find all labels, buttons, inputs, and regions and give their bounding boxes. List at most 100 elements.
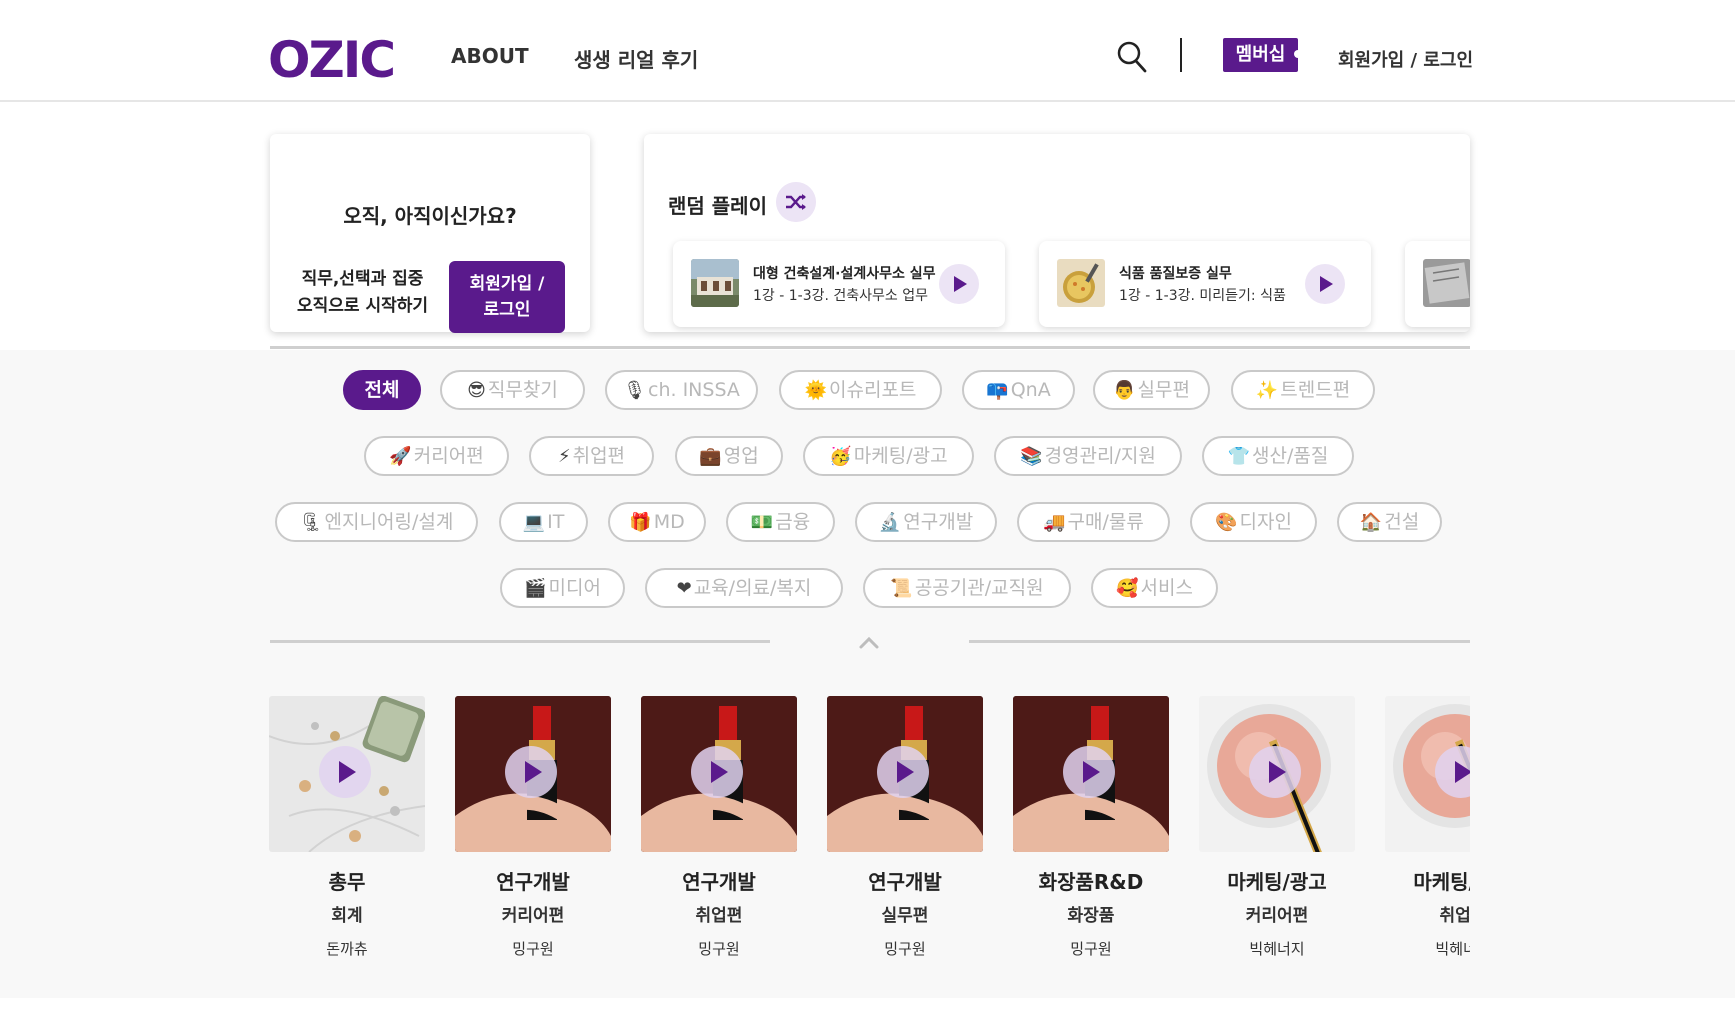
random-item[interactable]: [1405, 241, 1470, 327]
briefcase-icon: 💼: [699, 446, 722, 467]
random-item-thumbnail: [691, 259, 739, 307]
shirt-icon: 👕: [1227, 446, 1251, 467]
play-icon[interactable]: [505, 746, 557, 798]
chip-career[interactable]: 🚀 커리어편: [364, 436, 509, 476]
person-icon: 👨: [1113, 380, 1136, 401]
chip-construction[interactable]: 🏠 건설: [1337, 502, 1442, 542]
sparkles-icon: ✨: [1255, 380, 1279, 401]
lightning-icon: ⚡: [557, 446, 571, 467]
header-divider: [1180, 38, 1182, 72]
video-card[interactable]: 화장품R&D 화장품 밍구원: [1013, 696, 1169, 959]
clapperboard-icon: 🎬: [524, 578, 547, 599]
logo[interactable]: OZIC: [268, 30, 396, 90]
signup-desc-line1: 직무,선택과 집중: [301, 269, 424, 289]
video-thumbnail[interactable]: [1013, 696, 1169, 852]
video-thumbnail[interactable]: [1385, 696, 1470, 852]
random-item-thumbnail: [1057, 259, 1105, 307]
video-card[interactable]: 총무 회계 돈까츄: [269, 696, 425, 959]
video-job: 마케팅/광고: [1227, 870, 1327, 894]
video-category: 커리어편: [1245, 906, 1309, 926]
chip-finance[interactable]: 💵 금융: [726, 502, 835, 542]
play-icon[interactable]: [319, 746, 371, 798]
truck-icon: 🚚: [1043, 512, 1066, 533]
random-item-title: 식품 품질보증 실무: [1119, 266, 1232, 282]
chip-job-finder[interactable]: 😎 직무찾기: [440, 370, 585, 410]
video-category: 화장품: [1067, 906, 1115, 926]
play-icon[interactable]: [691, 746, 743, 798]
chevron-up-icon[interactable]: [858, 632, 880, 652]
chip-rnd[interactable]: 🔬 연구개발: [855, 502, 997, 542]
chip-purchasing[interactable]: 🚚 구매/물류: [1017, 502, 1170, 542]
chip-issue-report[interactable]: 🌞 이슈리포트: [779, 370, 942, 410]
smiling-hearts-icon: 🥰: [1116, 578, 1139, 599]
video-card[interactable]: 연구개발 취업편 밍구원: [641, 696, 797, 959]
nav-about[interactable]: ABOUT: [451, 44, 529, 68]
chip-marketing[interactable]: 🥳 마케팅/광고: [803, 436, 974, 476]
nav-reviews[interactable]: 생생 리얼 후기: [574, 44, 698, 73]
chip-all[interactable]: 전체: [343, 370, 421, 410]
video-category: 커리어편: [501, 906, 565, 926]
chip-production[interactable]: 👕 생산/품질: [1202, 436, 1354, 476]
random-item[interactable]: 식품 품질보증 실무 1강 - 1-3강. 미리듣기: 식품: [1039, 241, 1371, 327]
video-job: 연구개발: [868, 870, 942, 894]
video-card[interactable]: 연구개발 실무편 밍구원: [827, 696, 983, 959]
microscope-icon: 🔬: [878, 512, 902, 533]
video-author: 돈까츄: [326, 940, 368, 958]
chip-trend[interactable]: ✨ 트렌드편: [1231, 370, 1375, 410]
signup-button-line1: 회원가입 /: [469, 274, 545, 294]
shuffle-icon[interactable]: [776, 182, 816, 222]
chip-qna[interactable]: 📪 QnA: [962, 370, 1075, 410]
search-icon[interactable]: [1116, 40, 1148, 74]
video-thumbnail[interactable]: [641, 696, 797, 852]
random-item-thumbnail: [1423, 259, 1470, 307]
membership-button[interactable]: 멤버십: [1223, 38, 1302, 72]
play-icon[interactable]: [939, 264, 979, 304]
video-thumbnail[interactable]: [827, 696, 983, 852]
signup-card: 오직, 아직이신가요? 직무,선택과 집중 오직으로 시작하기 회원가입 / 로…: [270, 134, 590, 333]
video-card[interactable]: 연구개발 커리어편 밍구원: [455, 696, 611, 959]
random-play-title: 랜덤 플레이: [668, 194, 767, 218]
random-item-subtitle: 1강 - 1-3강. 미리듣기: 식품: [1119, 288, 1286, 304]
video-job: 총무: [328, 870, 366, 894]
palette-icon: 🎨: [1215, 512, 1238, 533]
signup-login-link[interactable]: 회원가입 / 로그인: [1338, 46, 1473, 72]
top-section: 오직, 아직이신가요? 직무,선택과 집중 오직으로 시작하기 회원가입 / 로…: [0, 104, 1735, 350]
video-thumbnail[interactable]: [1199, 696, 1355, 852]
video-thumbnail[interactable]: [269, 696, 425, 852]
sun-icon: 🌞: [804, 380, 827, 401]
party-face-icon: 🥳: [829, 446, 852, 467]
play-icon[interactable]: [877, 746, 929, 798]
collapse-divider-left: [270, 640, 770, 643]
chip-media[interactable]: 🎬 미디어: [500, 568, 625, 608]
video-thumbnail[interactable]: [455, 696, 611, 852]
chip-sales[interactable]: 💼 영업: [675, 436, 783, 476]
chip-design[interactable]: 🎨 디자인: [1190, 502, 1317, 542]
video-job: 연구개발: [682, 870, 756, 894]
scroll-icon: 📜: [890, 578, 913, 599]
signup-description: 직무,선택과 집중 오직으로 시작하기: [290, 266, 435, 320]
chip-employment[interactable]: ⚡ 취업편: [529, 436, 654, 476]
video-card[interactable]: 마케팅/광고 커리어편 빅헤너지: [1199, 696, 1355, 959]
chip-practice[interactable]: 👨 실무편: [1093, 370, 1210, 410]
video-card[interactable]: 마케팅/광고 취업편 빅헤너지: [1385, 696, 1470, 959]
clamp-icon: 🗜: [299, 512, 323, 533]
video-job: 연구개발: [496, 870, 570, 894]
chip-ch-inssa[interactable]: 🎙 ch. INSSA: [605, 370, 758, 410]
random-item[interactable]: 대형 건축설계·설계사무소 실무 1강 - 1-3강. 건축사무소 업무: [673, 241, 1005, 327]
play-icon[interactable]: [1249, 746, 1301, 798]
random-item-subtitle: 1강 - 1-3강. 건축사무소 업무: [753, 288, 928, 304]
play-icon[interactable]: [1305, 264, 1345, 304]
video-category: 회계: [331, 906, 363, 926]
chip-it[interactable]: 💻 IT: [499, 502, 588, 542]
chip-engineering[interactable]: 🗜 엔지니어링/설계: [275, 502, 478, 542]
heart-icon: ❤: [676, 578, 692, 599]
chip-service[interactable]: 🥰 서비스: [1091, 568, 1218, 608]
video-category: 실무편: [881, 906, 929, 926]
chip-md[interactable]: 🎁 MD: [608, 502, 706, 542]
video-category: 취업편: [695, 906, 743, 926]
chip-education[interactable]: ❤ 교육/의료/복지: [645, 568, 843, 608]
chip-management[interactable]: 📚 경영관리/지원: [994, 436, 1182, 476]
chip-public[interactable]: 📜 공공기관/교직원: [863, 568, 1071, 608]
signup-login-button[interactable]: 회원가입 / 로그인: [449, 261, 565, 333]
play-icon[interactable]: [1063, 746, 1115, 798]
